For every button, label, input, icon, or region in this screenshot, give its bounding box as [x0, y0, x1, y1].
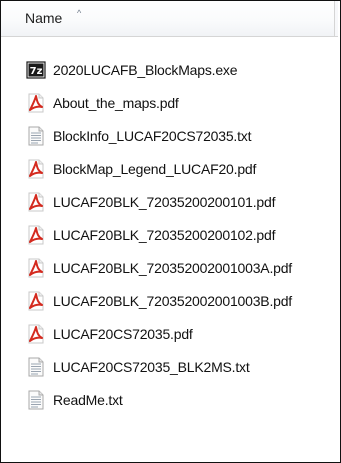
file-name: BlockMap_Legend_LUCAF20.pdf	[53, 161, 257, 177]
file-name: LUCAF20BLK_72035200200101.pdf	[53, 194, 276, 210]
pdf-icon	[28, 291, 44, 311]
file-name: About_the_maps.pdf	[53, 95, 179, 111]
svg-text:7z: 7z	[30, 66, 43, 77]
text-file-icon	[28, 126, 44, 146]
file-name: LUCAF20BLK_720352002001003B.pdf	[53, 293, 292, 309]
file-row-lucaf20blk-002-pdf[interactable]: LUCAF20BLK_72035200200102.pdf	[1, 220, 338, 253]
column-header-label: Name	[25, 10, 63, 26]
column-header-divider[interactable]	[334, 1, 338, 36]
file-name: BlockInfo_LUCAF20CS72035.txt	[53, 128, 252, 144]
file-row-lucaf20blk-003a-pdf[interactable]: LUCAF20BLK_720352002001003A.pdf	[1, 253, 338, 286]
file-row-2020lucafb-blockmaps-exe[interactable]: 7z 2020LUCAFB_BlockMaps.exe	[1, 55, 338, 88]
file-name: LUCAF20BLK_720352002001003A.pdf	[53, 260, 292, 276]
file-name: LUCAF20CS72035_BLK2MS.txt	[53, 359, 250, 375]
file-name: LUCAF20BLK_72035200200102.pdf	[53, 227, 276, 243]
pdf-icon	[28, 159, 44, 179]
file-name: LUCAF20CS72035.pdf	[53, 326, 193, 342]
file-row-lucaf20cs72035-blk2ms-txt[interactable]: LUCAF20CS72035_BLK2MS.txt	[1, 352, 338, 385]
7z-archive-icon: 7z	[26, 61, 46, 79]
column-header-name[interactable]: Name ^	[1, 1, 338, 37]
file-row-blockmap-legend-pdf[interactable]: BlockMap_Legend_LUCAF20.pdf	[1, 154, 338, 187]
file-explorer-pane: Name ^ 7z 2020LUCAFB_BlockMaps.exe About…	[0, 0, 341, 463]
pdf-icon	[28, 225, 44, 245]
file-row-blockinfo-txt[interactable]: BlockInfo_LUCAF20CS72035.txt	[1, 121, 338, 154]
text-file-icon	[28, 357, 44, 377]
file-list: 7z 2020LUCAFB_BlockMaps.exe About_the_ma…	[1, 55, 338, 418]
pdf-icon	[28, 258, 44, 278]
file-row-lucaf20blk-001-pdf[interactable]: LUCAF20BLK_72035200200101.pdf	[1, 187, 338, 220]
pdf-icon	[28, 324, 44, 344]
file-name: ReadMe.txt	[53, 392, 123, 408]
file-row-about-the-maps-pdf[interactable]: About_the_maps.pdf	[1, 88, 338, 121]
file-row-lucaf20blk-003b-pdf[interactable]: LUCAF20BLK_720352002001003B.pdf	[1, 286, 338, 319]
pdf-icon	[28, 192, 44, 212]
text-file-icon	[28, 390, 44, 410]
file-row-lucaf20cs72035-pdf[interactable]: LUCAF20CS72035.pdf	[1, 319, 338, 352]
file-row-readme-txt[interactable]: ReadMe.txt	[1, 385, 338, 418]
file-name: 2020LUCAFB_BlockMaps.exe	[53, 62, 238, 78]
sort-ascending-icon: ^	[77, 8, 82, 18]
pdf-icon	[28, 93, 44, 113]
